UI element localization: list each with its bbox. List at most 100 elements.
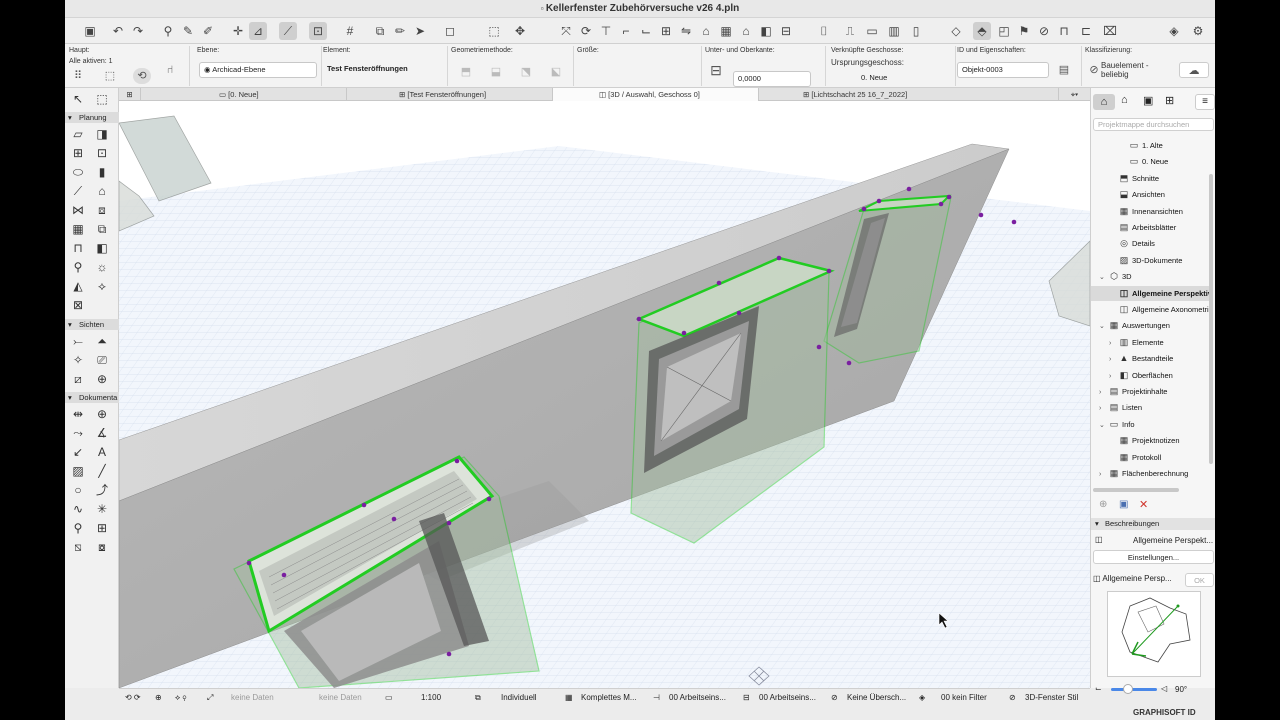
- select-icon[interactable]: ⬚: [485, 22, 503, 40]
- tree-h-scrollbar[interactable]: [1093, 488, 1179, 492]
- snap-points-icon[interactable]: ⊡: [309, 22, 327, 40]
- tab-3d[interactable]: ◫ [3D / Auswahl, Geschoss 0]: [553, 88, 759, 101]
- rotate-icon[interactable]: ⟳: [577, 22, 595, 40]
- lamp-tool-icon[interactable]: ☼: [92, 259, 112, 276]
- dimension-tool-icon[interactable]: ⇹: [68, 406, 88, 423]
- tree-item[interactable]: › ▤ Projektinhalte: [1091, 384, 1209, 399]
- pencil-icon[interactable]: ✏: [391, 22, 409, 40]
- tree-item[interactable]: ◫ Allgemeine Axonometrie: [1091, 302, 1209, 317]
- grid-icon[interactable]: ▦: [717, 22, 735, 40]
- project-search-input[interactable]: Projektmappe durchsuchen: [1093, 118, 1214, 131]
- worksheet-tool-icon[interactable]: ⧄: [68, 371, 88, 388]
- mirror-icon[interactable]: ⇋: [677, 22, 695, 40]
- snap-guide-icon[interactable]: ⟋: [279, 22, 297, 40]
- teamwork-icon[interactable]: ◈: [1165, 22, 1183, 40]
- geometry-method-3-icon[interactable]: ⬔: [517, 64, 535, 80]
- tree-item[interactable]: ⬓ Ansichten: [1091, 187, 1209, 202]
- radial-dimension-tool-icon[interactable]: ⤳: [68, 425, 88, 442]
- fill-tool-icon[interactable]: ▨: [68, 463, 88, 480]
- marquee-tool-icon[interactable]: ⬚: [92, 91, 112, 108]
- railing-icon[interactable]: ⎍: [841, 22, 859, 40]
- 3d-window-icon[interactable]: ◰: [995, 22, 1013, 40]
- navigator-menu-icon[interactable]: ≡: [1195, 94, 1215, 110]
- trace-icon[interactable]: ⧉: [371, 22, 389, 40]
- opening-tool-icon[interactable]: ⊠: [68, 297, 88, 314]
- tab-overview[interactable]: ⊞: [119, 88, 141, 101]
- view-map-icon[interactable]: ⌂: [1121, 94, 1128, 106]
- 3d-cut-icon[interactable]: ⬘: [973, 22, 991, 40]
- label-tool-icon[interactable]: ↙: [68, 444, 88, 461]
- tree-item[interactable]: › ▥ Elemente: [1091, 335, 1209, 350]
- settings-button[interactable]: Einstellungen...: [1093, 550, 1214, 564]
- tree-item[interactable]: › ▲ Bestandteile: [1091, 351, 1209, 366]
- mesh-tool-icon[interactable]: ◭: [68, 278, 88, 295]
- layer-select[interactable]: ◉ Archicad-Ebene: [199, 62, 317, 78]
- move-icon[interactable]: ✥: [511, 22, 529, 40]
- 3d-viewport[interactable]: [119, 101, 1090, 688]
- shadow-icon[interactable]: ◧: [757, 22, 775, 40]
- layer-combo-icon[interactable]: ◻: [441, 22, 459, 40]
- tree-item[interactable]: ▭ 1. Alte: [1091, 138, 1209, 153]
- navigator-preview[interactable]: [1107, 591, 1201, 677]
- chair-icon[interactable]: ⑁: [161, 62, 179, 78]
- toolbox-section-dokumente[interactable]: ▾ Dokumenta: [65, 392, 119, 403]
- zoom-icon[interactable]: ⊕: [155, 692, 162, 704]
- curtainwall-tool-icon[interactable]: ▦: [68, 221, 88, 238]
- column-tool-icon[interactable]: ▮: [92, 164, 112, 181]
- find-select-icon[interactable]: ⚲: [159, 22, 177, 40]
- elevation-field[interactable]: 0,0000: [733, 71, 811, 87]
- marquee-icon[interactable]: ⬚: [101, 68, 119, 84]
- roof-tool-icon[interactable]: ⌂: [92, 183, 112, 200]
- slab-icon[interactable]: ▭: [863, 22, 881, 40]
- geometry-method-2-icon[interactable]: ⬓: [487, 64, 505, 80]
- undo-icon[interactable]: ↶: [109, 22, 127, 40]
- tab-floorplan[interactable]: ▭ [0. Neue]: [141, 88, 347, 101]
- tab-section[interactable]: ⊞ [Test Fensteröffnungen]: [347, 88, 553, 101]
- circle-tool-icon[interactable]: ○: [68, 482, 88, 499]
- tree-scrollbar[interactable]: [1209, 174, 1213, 464]
- angle-slider-thumb[interactable]: [1123, 684, 1133, 694]
- 3d-scene[interactable]: [119, 101, 1090, 688]
- object-tool-icon[interactable]: ⊡: [92, 145, 112, 162]
- tab-options[interactable]: ⌖▾: [1059, 88, 1090, 101]
- elevate-icon[interactable]: ⊤: [597, 22, 615, 40]
- morph-tool-icon[interactable]: ◧: [92, 240, 112, 257]
- skylight-tool-icon[interactable]: ⬭: [68, 164, 88, 181]
- new-view-icon[interactable]: ⊕: [1099, 499, 1107, 510]
- section-tool-icon[interactable]: ⤚: [68, 333, 88, 350]
- tree-expand-icon[interactable]: ›: [1099, 385, 1108, 400]
- cursor-snap-icon[interactable]: ✛: [229, 22, 247, 40]
- delete-view-icon[interactable]: ✕: [1139, 498, 1148, 511]
- elevation-tool-icon[interactable]: ⏶: [92, 333, 112, 350]
- corner-icon[interactable]: ⌐: [617, 22, 635, 40]
- arc-tool-icon[interactable]: ⤴: [92, 482, 112, 499]
- tree-expand-icon[interactable]: ›: [1109, 369, 1118, 384]
- interior-elevation-tool-icon[interactable]: ✧: [68, 352, 88, 369]
- flag-icon[interactable]: ⚑: [1015, 22, 1033, 40]
- stair-icon[interactable]: ⌷: [815, 22, 833, 40]
- measure-icon[interactable]: ⌧: [1101, 22, 1119, 40]
- slab-tool-icon[interactable]: ⧈: [92, 202, 112, 219]
- level-dimension-tool-icon[interactable]: ⊕: [92, 406, 112, 423]
- tree-item[interactable]: ⌄ ▭ Info: [1091, 417, 1209, 432]
- angle-dimension-tool-icon[interactable]: ∡: [92, 425, 112, 442]
- clone-view-icon[interactable]: ▣: [1119, 499, 1128, 510]
- explode-icon[interactable]: ⤧: [557, 22, 575, 40]
- tree-item[interactable]: ▭ 0. Neue: [1091, 154, 1209, 169]
- toolbox-section-planung[interactable]: ▾ Planung: [65, 112, 119, 123]
- hotspot-tool-icon[interactable]: ✳: [92, 501, 112, 518]
- tree-expand-icon[interactable]: ›: [1109, 336, 1118, 351]
- railing-tool-icon[interactable]: ⊓: [68, 240, 88, 257]
- cloud-icon[interactable]: ☁: [1179, 62, 1209, 78]
- angle-slider[interactable]: [1111, 688, 1157, 691]
- renovation-filter-value[interactable]: 00 kein Filter: [941, 692, 987, 704]
- arrow-tool-icon[interactable]: ↖: [68, 91, 88, 108]
- drawing-tool-icon[interactable]: ⧇: [92, 539, 112, 556]
- window-tool-icon[interactable]: ⊞: [68, 145, 88, 162]
- geometry-method-1-icon[interactable]: ⬒: [457, 64, 475, 80]
- tree-item[interactable]: ◎ Details: [1091, 236, 1209, 251]
- eyedropper-icon[interactable]: ✎: [179, 22, 197, 40]
- tree-item[interactable]: ◫ Allgemeine Perspektive: [1091, 285, 1209, 301]
- tree-expand-icon[interactable]: ⌄: [1099, 418, 1108, 433]
- tab-lichtschacht[interactable]: ⊞ [Lichtschacht 25 16_7_2022]: [759, 88, 1059, 101]
